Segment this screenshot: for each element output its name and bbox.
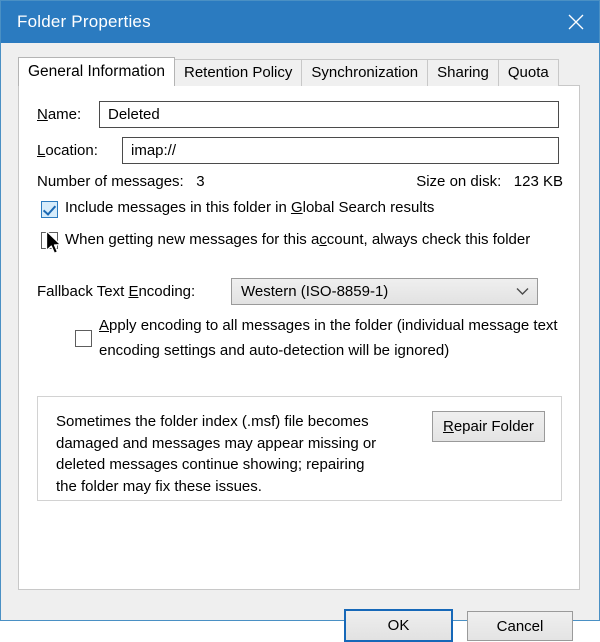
- check-folder-checkbox[interactable]: [41, 231, 58, 249]
- chevron-down-icon: [516, 283, 529, 300]
- dialog-body: General Information Retention Policy Syn…: [1, 43, 599, 642]
- cancel-button[interactable]: Cancel: [467, 611, 573, 641]
- message-count: Number of messages: 3: [37, 173, 205, 190]
- folder-properties-dialog: Folder Properties General Information Re…: [0, 0, 600, 642]
- tab-label: General Information: [28, 63, 165, 80]
- cancel-button-label: Cancel: [496, 617, 544, 635]
- check-folder-label: When getting new messages for this accou…: [65, 229, 565, 251]
- name-input[interactable]: Deleted: [99, 101, 559, 128]
- tab-retention-policy[interactable]: Retention Policy: [174, 59, 303, 86]
- encoding-row: Fallback Text Encoding: Western (ISO-885…: [37, 278, 538, 305]
- repair-folder-button-label: Repair Folder: [443, 418, 534, 435]
- location-row: Location: imap://: [37, 137, 559, 164]
- apply-encoding-label-post: pply encoding to all messages in the fol…: [99, 317, 558, 359]
- apply-encoding-checkbox[interactable]: [75, 329, 92, 347]
- tab-strip: General Information Retention Policy Syn…: [18, 57, 578, 86]
- close-button[interactable]: [553, 1, 599, 43]
- tab-general-information[interactable]: General Information: [18, 57, 175, 86]
- apply-encoding-label-accel: A: [99, 317, 110, 334]
- ok-button-label: OK: [387, 617, 410, 634]
- apply-encoding-label: Apply encoding to all messages in the fo…: [99, 313, 565, 363]
- tab-sharing[interactable]: Sharing: [427, 59, 499, 86]
- stats-row: Number of messages: 3 Size on disk: 123 …: [37, 173, 563, 190]
- encoding-label-accel: E: [128, 283, 139, 300]
- global-search-row[interactable]: Include messages in this folder in Globa…: [41, 199, 434, 218]
- encoding-label-post: ncoding:: [138, 283, 196, 300]
- fallback-encoding-select[interactable]: Western (ISO-8859-1): [231, 278, 538, 305]
- name-input-value: Deleted: [108, 106, 160, 123]
- tab-active-seam: [19, 84, 174, 86]
- tab-label: Sharing: [437, 64, 489, 81]
- repair-folder-group: Sometimes the folder index (.msf) file b…: [37, 396, 562, 501]
- repair-button-accel: R: [443, 418, 454, 435]
- repair-folder-button[interactable]: Repair Folder: [432, 411, 545, 442]
- fallback-encoding-value: Western (ISO-8859-1): [241, 283, 389, 300]
- tab-label: Retention Policy: [184, 64, 293, 81]
- repair-button-rest: epair Folder: [453, 418, 534, 435]
- name-label: Name:: [37, 106, 82, 123]
- encoding-label-pre: Fallback Text: [37, 283, 129, 300]
- tab-panel-general-information: Name: Deleted Location: imap:// Number o…: [18, 85, 580, 590]
- message-count-value: 3: [196, 173, 205, 190]
- location-label: Location:: [37, 142, 98, 159]
- global-search-label-pre: Include messages in this folder in: [65, 199, 291, 216]
- tab-label: Quota: [507, 64, 549, 81]
- check-folder-label-accel: c: [319, 231, 327, 248]
- close-icon: [568, 14, 584, 30]
- apply-encoding-row[interactable]: Apply encoding to all messages in the fo…: [75, 313, 569, 363]
- size-on-disk: Size on disk: 123 KB: [416, 173, 563, 190]
- window-title: Folder Properties: [17, 12, 151, 31]
- tab-label: Synchronization: [311, 64, 419, 81]
- size-on-disk-label: Size on disk:: [416, 173, 502, 190]
- tab-synchronization[interactable]: Synchronization: [301, 59, 429, 86]
- size-on-disk-value: 123 KB: [513, 173, 563, 190]
- repair-description: Sometimes the folder index (.msf) file b…: [56, 413, 377, 495]
- location-input[interactable]: imap://: [122, 137, 559, 164]
- check-folder-label-post: count, always check this folder: [326, 231, 531, 248]
- check-folder-label-pre: When getting new messages for this a: [65, 231, 320, 248]
- encoding-label: Fallback Text Encoding:: [37, 283, 231, 300]
- location-input-value: imap://: [131, 142, 177, 159]
- global-search-label: Include messages in this folder in Globa…: [65, 199, 434, 216]
- global-search-checkbox[interactable]: [41, 201, 58, 218]
- ok-button[interactable]: OK: [344, 609, 453, 642]
- check-folder-row[interactable]: When getting new messages for this accou…: [41, 229, 568, 251]
- message-count-label: Number of messages:: [37, 173, 184, 190]
- global-search-label-accel: G: [290, 199, 303, 216]
- title-bar: Folder Properties: [1, 1, 599, 43]
- global-search-label-post: lobal Search results: [302, 199, 435, 216]
- name-row: Name: Deleted: [37, 101, 559, 128]
- tab-quota[interactable]: Quota: [497, 59, 559, 86]
